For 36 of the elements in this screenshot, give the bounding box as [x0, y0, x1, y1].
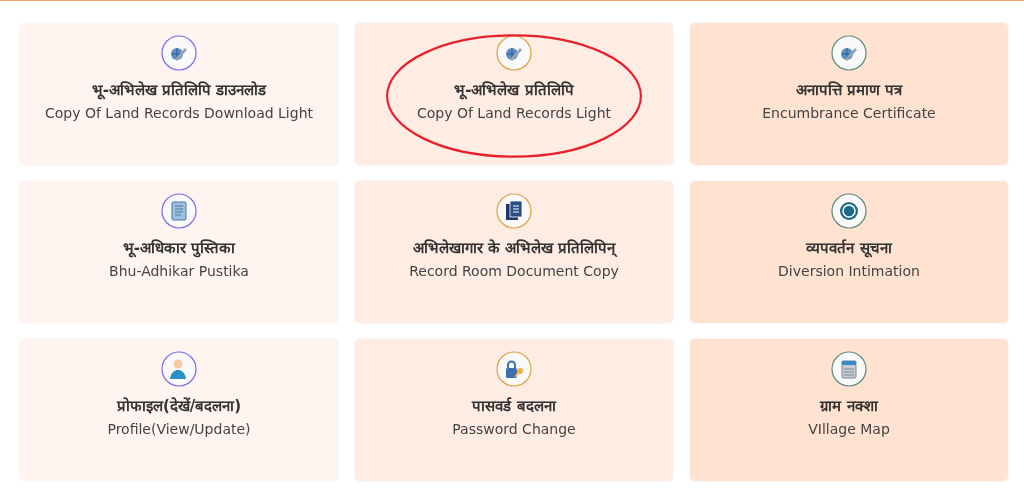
service-card[interactable]: प्रोफाइल(देखें/बदलना) Profile(View/Update) [20, 339, 338, 481]
page-icon [161, 193, 197, 229]
card-subtitle: Copy Of Land Records Download Light [44, 105, 313, 121]
service-card[interactable]: भू-अभिलेख प्रतिलिपि Copy Of Land Records Light [355, 23, 673, 165]
service-card[interactable]: भू-अधिकार पुस्तिका Bhu-Adhikar Pustika [20, 181, 338, 323]
card-title: भू-अभिलेख प्रतिलिपि डाउनलोड [91, 80, 267, 99]
card-subtitle: Record Room Document Copy [409, 263, 619, 279]
lock-key-icon [496, 351, 532, 387]
service-card[interactable]: भू-अभिलेख प्रतिलिपि डाउनलोड Copy Of Land Records Download Light [20, 23, 338, 165]
card-title: प्रोफाइल(देखें/बदलना) [116, 396, 242, 415]
globe-pencil-icon [161, 35, 197, 71]
card-title: ग्राम नक्शा [820, 396, 878, 415]
card-title: भू-अधिकार पुस्तिका [122, 238, 236, 257]
card-subtitle: Diversion Intimation [778, 263, 920, 279]
globe-pencil-icon [831, 35, 867, 71]
person-icon [161, 351, 197, 387]
card-subtitle: Encumbrance Certificate [762, 105, 936, 121]
card-title: अनापत्ति प्रमाण पत्र [795, 80, 903, 99]
service-card[interactable]: पासवर्ड बदलना Password Change [355, 339, 673, 481]
service-card[interactable]: व्यपवर्तन सूचना Diversion Intimation [690, 181, 1008, 323]
card-title: अभिलेखागार के अभिलेख प्रतिलिपिन् [412, 238, 616, 257]
calendar-icon [831, 351, 867, 387]
card-title: पासवर्ड बदलना [472, 396, 556, 415]
badge-icon [831, 193, 867, 229]
service-card[interactable]: अनापत्ति प्रमाण पत्र Encumbrance Certificate [690, 23, 1008, 165]
card-subtitle: Copy Of Land Records Light [417, 105, 611, 121]
documents-icon [496, 193, 532, 229]
card-title: व्यपवर्तन सूचना [806, 238, 892, 257]
card-subtitle: Profile(View/Update) [107, 421, 251, 437]
service-card[interactable]: अभिलेखागार के अभिलेख प्रतिलिपिन् Record Room Document Copy [355, 181, 673, 323]
service-card[interactable]: ग्राम नक्शा VIllage Map [690, 339, 1008, 481]
globe-pencil-icon [496, 35, 532, 71]
card-subtitle: VIllage Map [808, 421, 890, 437]
card-subtitle: Bhu-Adhikar Pustika [109, 263, 249, 279]
card-title: भू-अभिलेख प्रतिलिपि [454, 80, 574, 99]
card-subtitle: Password Change [452, 421, 576, 437]
